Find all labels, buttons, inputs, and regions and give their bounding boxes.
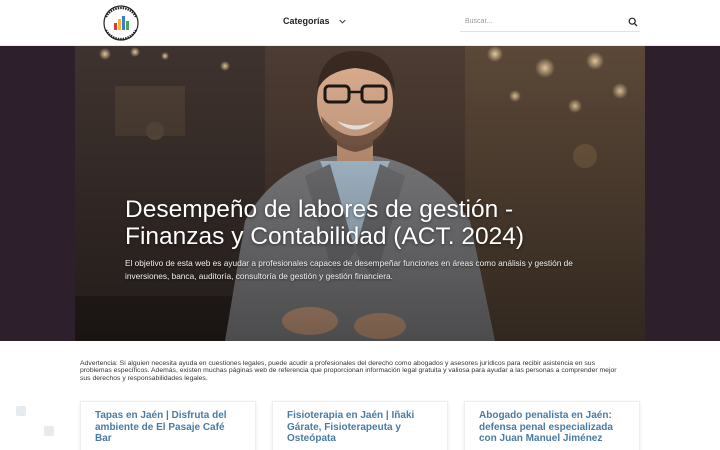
site-header: Categorías xyxy=(0,0,720,46)
chevron-down-icon xyxy=(338,19,346,24)
categories-label: Categorías xyxy=(283,16,330,26)
site-logo[interactable] xyxy=(100,3,142,43)
search-input[interactable] xyxy=(460,18,620,25)
hero-image xyxy=(75,46,645,341)
hero-banner: Desempeño de labores de gestión - Finanz… xyxy=(75,46,645,341)
hero-title: Desempeño de labores de gestión - Finanz… xyxy=(125,196,525,250)
chat-widget-icon xyxy=(16,406,54,436)
article-card[interactable]: Tapas en Jaén | Disfruta del ambiente de… xyxy=(80,401,256,450)
search-bar xyxy=(460,12,640,32)
article-card[interactable]: Abogado penalista en Jaén: defensa penal… xyxy=(464,401,640,450)
search-icon[interactable] xyxy=(628,17,638,27)
categories-menu[interactable]: Categorías xyxy=(283,16,347,26)
article-card-title[interactable]: Fisioterapia en Jaén | Iñaki Gárate, Fis… xyxy=(287,410,433,445)
article-card[interactable]: Fisioterapia en Jaén | Iñaki Gárate, Fis… xyxy=(272,401,448,450)
article-card-title[interactable]: Abogado penalista en Jaén: defensa penal… xyxy=(479,410,625,445)
legal-advisory-text: Advertencia: Si alguien necesita ayuda e… xyxy=(80,360,617,382)
hero-description: El objetivo de esta web es ayudar a prof… xyxy=(125,258,573,281)
article-card-title[interactable]: Tapas en Jaén | Disfruta del ambiente de… xyxy=(95,410,241,445)
